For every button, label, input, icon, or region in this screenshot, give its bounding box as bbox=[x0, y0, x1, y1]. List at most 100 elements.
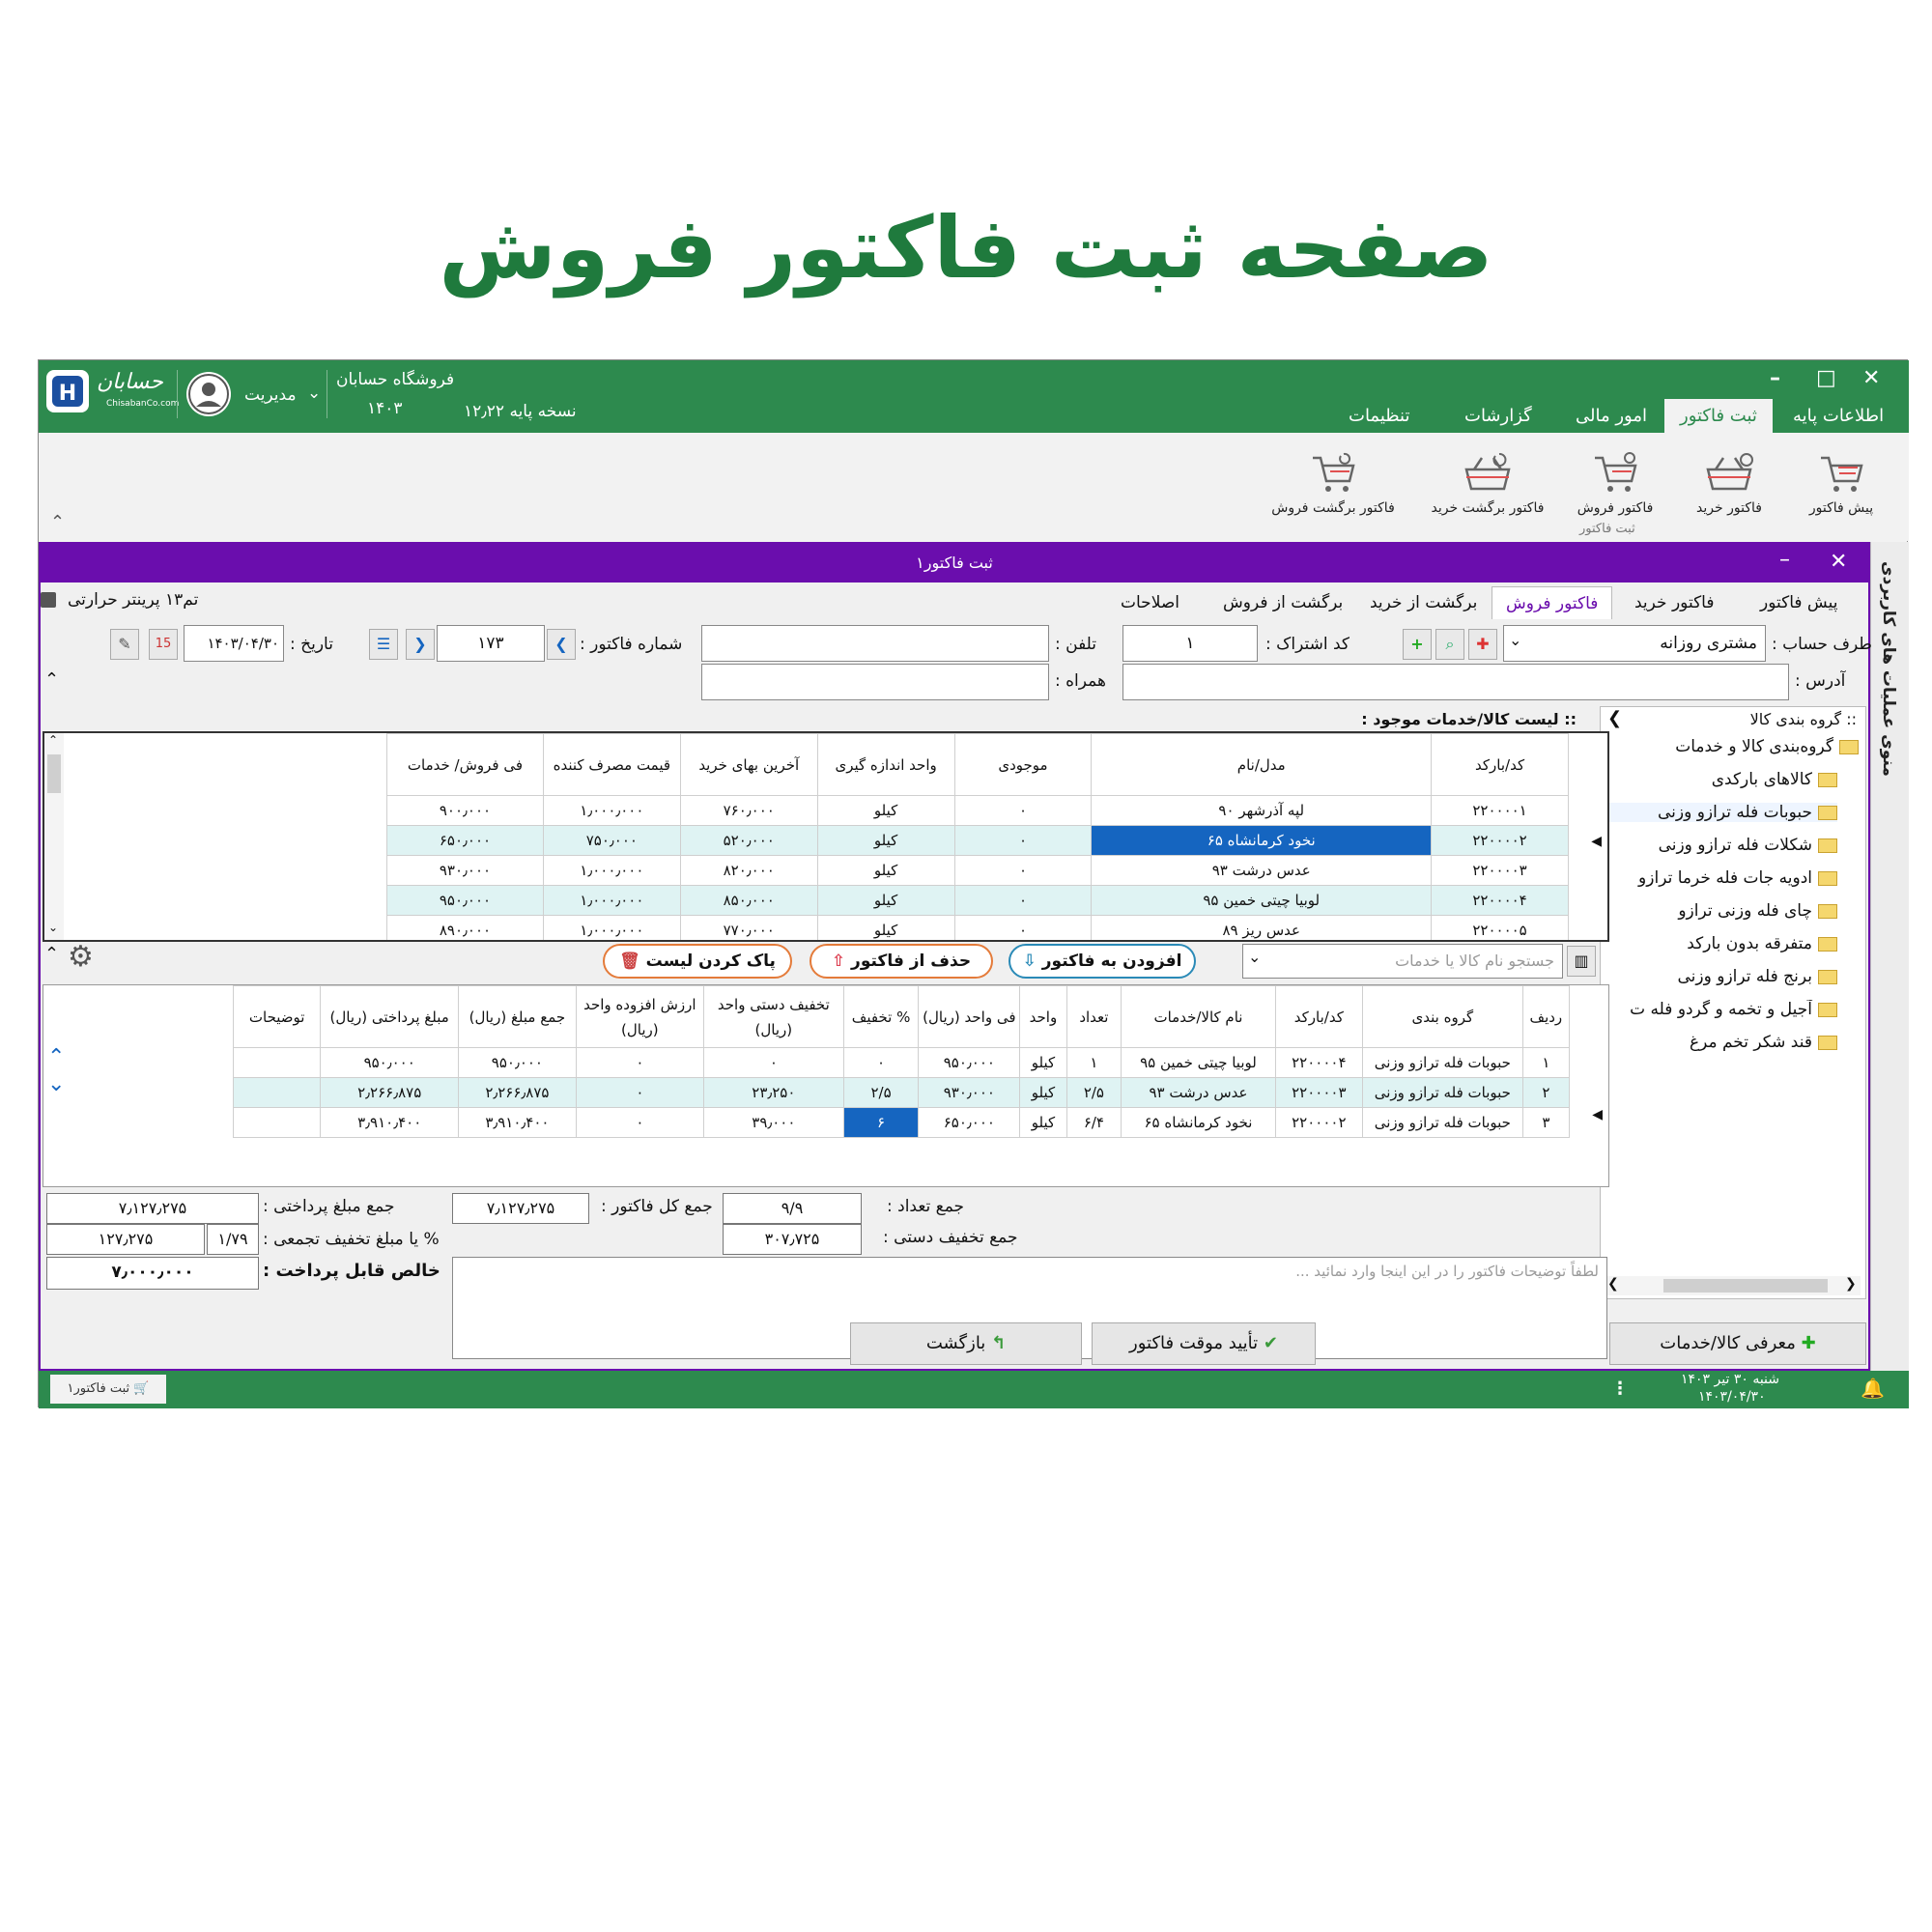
tree-hscrollbar[interactable]: ❮ ❯ bbox=[1605, 1276, 1861, 1295]
tree-item[interactable]: چای فله وزنی ترازو bbox=[1605, 901, 1837, 921]
tab-settings[interactable]: تنظیمات bbox=[1333, 399, 1425, 433]
invoice-cell[interactable]: حبوبات فله ترازو وزنی bbox=[1361, 1047, 1523, 1078]
tab-reports[interactable]: گزارشات bbox=[1449, 399, 1548, 433]
invoice-cell[interactable]: ۱ bbox=[1065, 1047, 1122, 1078]
account-dropdown-icon[interactable]: ⌄ bbox=[1509, 631, 1521, 649]
tree-item[interactable]: ادویه جات فله خرما ترازو bbox=[1605, 868, 1837, 888]
list-icon[interactable]: ☰ bbox=[369, 629, 398, 660]
goods-row[interactable]: ۲۲۰۰۰۰۴ لوبیا چیتی خمین ۹۵ ۰ کیلو ۸۵۰٫۰۰۰ ۱٫۰… bbox=[386, 885, 1569, 916]
invoice-cell[interactable]: نخود کرمانشاه ۶۵ bbox=[1121, 1107, 1276, 1138]
tree-item[interactable]: آجیل و تخمه و گردو فله ت bbox=[1605, 1000, 1837, 1019]
invoice-cell[interactable] bbox=[232, 1077, 322, 1108]
pin-toggle-icon[interactable]: ✎ bbox=[110, 629, 139, 660]
pin-icon[interactable]: ✚ bbox=[1468, 629, 1497, 660]
subscription-input[interactable]: ۱ bbox=[1122, 625, 1258, 662]
maximize-icon[interactable]: □ bbox=[1816, 366, 1836, 390]
add-account-icon[interactable]: + bbox=[1403, 629, 1432, 660]
prev-invoice-icon[interactable]: ❯ bbox=[406, 629, 435, 660]
invoice-cell[interactable]: ۲٫۲۶۶٫۸۷۵ bbox=[458, 1077, 577, 1108]
phone-input[interactable] bbox=[701, 625, 1049, 662]
invoice-cell[interactable]: ۳۹٫۰۰۰ bbox=[702, 1107, 844, 1138]
clear-list-button[interactable]: پاک کردن لیست 🗑 bbox=[603, 944, 792, 979]
add-to-invoice-button[interactable]: افزودن به فاکتور ⇩ bbox=[1009, 944, 1196, 979]
invoice-cell[interactable]: ۹۵۰٫۰۰۰ bbox=[458, 1047, 577, 1078]
invoice-cell[interactable]: ۰ bbox=[575, 1107, 704, 1138]
calendar-icon[interactable]: 15 bbox=[149, 629, 178, 660]
side-menu-tab[interactable]: منوی عملیات های کاربردی bbox=[1870, 542, 1909, 1371]
ribbon-sales-button[interactable]: فاکتور فروش bbox=[1548, 452, 1683, 516]
group-discount-value[interactable]: ۱۲۷٫۲۷۵ bbox=[46, 1224, 205, 1255]
goods-row[interactable]: ۲۲۰۰۰۰۵ عدس ریز ۸۹ ۰ کیلو ۷۷۰٫۰۰۰ ۱٫۰۰۰٫۰۰۰ ۸۹… bbox=[386, 915, 1569, 940]
collapse-form-icon[interactable]: ⌃ bbox=[44, 669, 59, 690]
mobile-input[interactable] bbox=[701, 664, 1049, 700]
invoice-cell[interactable]: عدس درشت ۹۳ bbox=[1121, 1077, 1276, 1108]
account-select[interactable]: مشتری روزانه bbox=[1503, 625, 1766, 662]
chevron-down-icon[interactable]: ⌄ bbox=[307, 384, 321, 403]
menu-dots-icon[interactable]: ⋮ bbox=[1611, 1378, 1629, 1399]
invoice-cell[interactable]: ۲/۵ bbox=[1065, 1077, 1122, 1108]
invoice-cell[interactable]: ۰ bbox=[575, 1047, 704, 1078]
goods-row[interactable]: ۲۲۰۰۰۰۳ عدس درشت ۹۳ ۰ کیلو ۸۲۰٫۰۰۰ ۱٫۰۰۰٫۰۰۰ ۹… bbox=[386, 855, 1569, 886]
invoice-cell[interactable]: کیلو bbox=[1019, 1077, 1067, 1108]
barcode-scanner-icon[interactable]: ▥ bbox=[1567, 946, 1596, 977]
minimize-icon[interactable]: – bbox=[1770, 366, 1780, 390]
tab-base-info[interactable]: اطلاعات پایه bbox=[1777, 399, 1899, 433]
invoice-cell[interactable]: ۶/۴ bbox=[1065, 1107, 1122, 1138]
tree-item[interactable]: متفرقه بدون بارکد bbox=[1605, 934, 1837, 953]
tree-item[interactable]: قند شکر تخم مرغ bbox=[1605, 1033, 1837, 1052]
invoice-cell[interactable]: ۲۲۰۰۰۰۴ bbox=[1274, 1047, 1363, 1078]
invoice-cell[interactable]: حبوبات فله ترازو وزنی bbox=[1361, 1077, 1523, 1108]
tab-invoice[interactable]: ثبت فاکتور bbox=[1664, 399, 1773, 433]
taskbar-item[interactable]: 🛒 ثبت فاکتور۱ bbox=[50, 1375, 166, 1404]
invoice-row[interactable]: ۳ حبوبات فله ترازو وزنی ۲۲۰۰۰۰۲ نخود کرمانش… bbox=[232, 1107, 1571, 1138]
invoice-cell[interactable]: ۲۳٫۲۵۰ bbox=[702, 1077, 844, 1108]
collapse-list-icon[interactable]: ⌃ bbox=[44, 944, 59, 964]
avatar-icon[interactable] bbox=[186, 372, 231, 416]
invoice-cell[interactable]: ۲۲۰۰۰۰۳ bbox=[1274, 1077, 1363, 1108]
invoice-cell[interactable]: ۳٫۹۱۰٫۴۰۰ bbox=[320, 1107, 460, 1138]
address-input[interactable] bbox=[1122, 664, 1789, 700]
tree-item[interactable]: شکلات فله ترازو وزنی bbox=[1605, 836, 1837, 855]
invoice-cell[interactable]: ۱ bbox=[1521, 1047, 1571, 1078]
tab-purchase-return[interactable]: برگشت از خرید bbox=[1356, 586, 1491, 619]
invoice-cell[interactable]: ۳ bbox=[1521, 1107, 1571, 1138]
tab-finance[interactable]: امور مالی bbox=[1560, 399, 1662, 433]
goods-search-input[interactable]: جستجو نام کالا یا خدمات bbox=[1242, 944, 1563, 979]
invoice-cell[interactable]: ۶۵۰٫۰۰۰ bbox=[918, 1107, 1021, 1138]
printer-label[interactable]: تم۱۳ پرینتر حرارتی bbox=[68, 590, 198, 610]
ribbon-purchase-return-button[interactable]: فاکتور برگشت خرید bbox=[1410, 452, 1565, 516]
invoice-cell[interactable]: ۲ bbox=[1521, 1077, 1571, 1108]
tab-corrections[interactable]: اصلاحات bbox=[1107, 586, 1193, 619]
invoice-cell[interactable]: لوبیا چیتی خمین ۹۵ bbox=[1121, 1047, 1276, 1078]
date-input[interactable]: ۱۴۰۳/۰۴/۳۰ bbox=[184, 625, 284, 662]
back-button[interactable]: ↰ بازگشت bbox=[850, 1322, 1082, 1365]
invoice-cell[interactable]: ۰ bbox=[575, 1077, 704, 1108]
goods-vscrollbar[interactable]: ⌃ ⌄ bbox=[44, 733, 64, 940]
tab-sales[interactable]: فاکتور فروش bbox=[1492, 586, 1613, 619]
invoice-cell[interactable]: ۲/۵ bbox=[842, 1077, 920, 1108]
scroll-down-icon[interactable]: ⌄ bbox=[48, 921, 58, 934]
window-close-icon[interactable]: ✕ bbox=[1830, 550, 1847, 574]
invoice-row[interactable]: ۱ حبوبات فله ترازو وزنی ۲۲۰۰۰۰۴ لوبیا چیتی … bbox=[232, 1047, 1571, 1078]
invoice-cell[interactable]: ۹۵۰٫۰۰۰ bbox=[320, 1047, 460, 1078]
goods-row[interactable]: ۲۲۰۰۰۰۲ نخود کرمانشاه ۶۵ ۰ کیلو ۵۲۰٫۰۰۰ ۷۵۰٫۰… bbox=[386, 825, 1569, 856]
invoice-cell[interactable]: کیلو bbox=[1019, 1047, 1067, 1078]
window-minimize-icon[interactable]: – bbox=[1779, 548, 1790, 572]
group-discount-pct[interactable]: ۱/۷۹ bbox=[207, 1224, 259, 1255]
remove-from-invoice-button[interactable]: حذف از فاکتور ⇧ bbox=[810, 944, 993, 979]
scroll-left-icon[interactable]: ❮ bbox=[1607, 1276, 1619, 1292]
search-dropdown-icon[interactable]: ⌄ bbox=[1248, 948, 1261, 966]
invoice-cell[interactable] bbox=[232, 1047, 322, 1078]
tab-purchase[interactable]: فاکتور خرید bbox=[1621, 586, 1727, 619]
invoice-cell[interactable]: ۲۲۰۰۰۰۲ bbox=[1274, 1107, 1363, 1138]
invoice-cell[interactable]: کیلو bbox=[1019, 1107, 1067, 1138]
invoice-cell[interactable]: ۹۵۰٫۰۰۰ bbox=[918, 1047, 1021, 1078]
scroll-right-icon[interactable]: ❯ bbox=[1845, 1276, 1857, 1292]
invoice-cell[interactable] bbox=[232, 1107, 322, 1138]
search-icon[interactable]: ⌕ bbox=[1435, 629, 1464, 660]
invoice-number-input[interactable]: ۱۷۳ bbox=[437, 625, 545, 662]
tree-item[interactable]: حبوبات فله ترازو وزنی bbox=[1605, 803, 1837, 822]
settings-gear-icon[interactable]: ⚙ bbox=[68, 940, 94, 974]
invoice-cell[interactable]: ۰ bbox=[702, 1047, 844, 1078]
temp-confirm-button[interactable]: ✔ تأیید موقت فاکتور bbox=[1092, 1322, 1316, 1365]
